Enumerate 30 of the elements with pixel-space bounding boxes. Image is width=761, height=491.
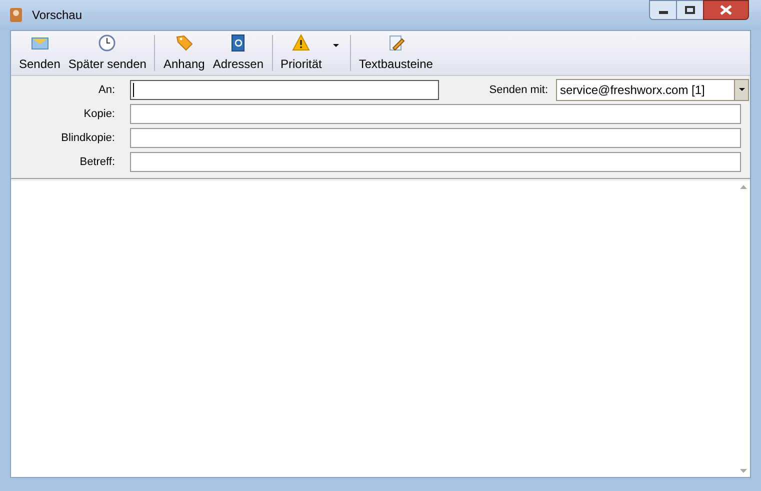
input-field[interactable]: [130, 104, 741, 124]
field-label: Senden mit:: [489, 82, 548, 98]
app-icon: [8, 7, 24, 23]
toolbar-button[interactable]: Anhang: [159, 33, 209, 73]
scroll-down-icon: [740, 469, 746, 473]
close-icon: [720, 5, 732, 15]
toolbar-button[interactable]: Senden: [15, 33, 64, 73]
close-button[interactable]: [703, 0, 749, 20]
input-field[interactable]: [130, 128, 741, 148]
caret-icon: [738, 88, 746, 92]
warning-icon: [292, 34, 310, 52]
scroll-up-icon: [740, 185, 746, 189]
toolbar-button[interactable]: Später senden: [64, 33, 150, 73]
sender-dropdown[interactable]: service@freshworx.com [1]: [556, 79, 749, 101]
window-title: Vorschau: [32, 7, 82, 24]
pencil-note-icon: [386, 34, 405, 52]
field-label: An:: [97, 82, 115, 98]
minimize-button[interactable]: [649, 0, 677, 20]
field-label: Blindkopie:: [60, 130, 115, 146]
address-book-icon: [229, 34, 248, 52]
field-label: Betreff:: [78, 154, 115, 170]
toolbar-button[interactable]: Textbausteine: [354, 33, 437, 73]
maximize-button[interactable]: [677, 0, 703, 20]
clock-icon: [98, 34, 116, 52]
field-label: Kopie:: [82, 106, 115, 122]
input-field[interactable]: [130, 80, 439, 100]
toolbar-button[interactable]: Priorität: [276, 33, 346, 73]
input-field[interactable]: [130, 152, 741, 172]
toolbar-button[interactable]: Adressen: [208, 33, 268, 73]
tag-icon: [175, 34, 194, 52]
